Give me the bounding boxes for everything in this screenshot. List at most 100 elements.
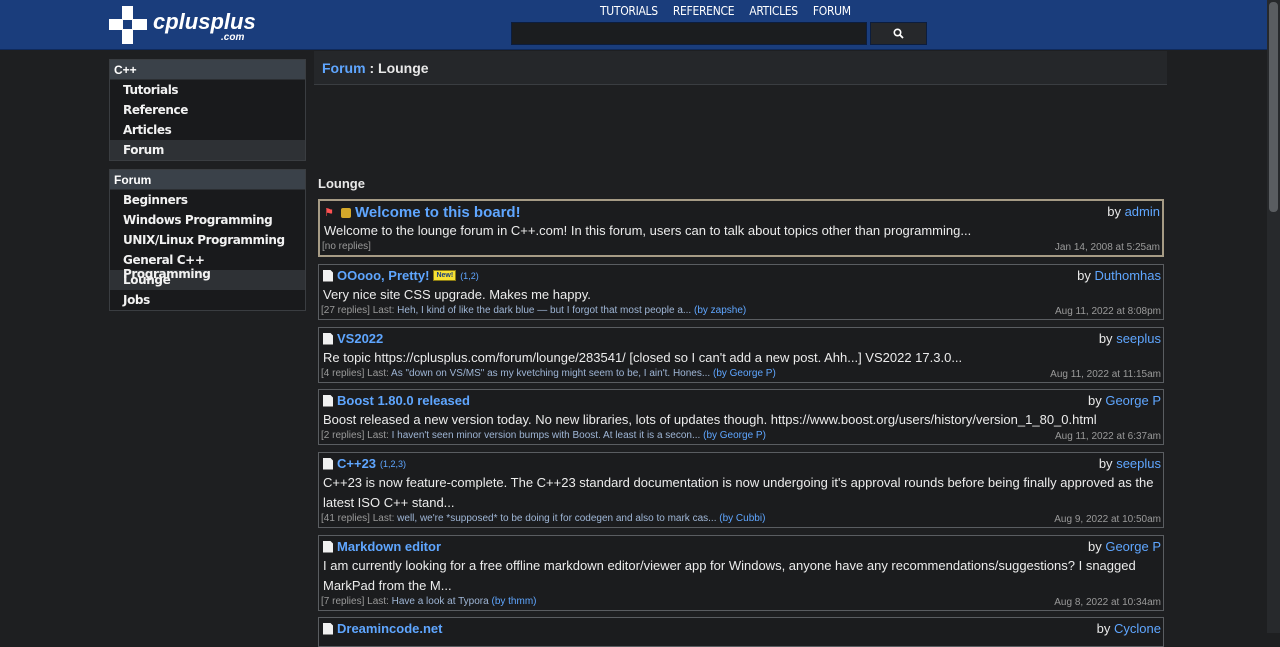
by-label: by [1087,539,1102,554]
thread-row: Markdown editor by George P I am current… [318,535,1164,611]
thread-date: Aug 11, 2022 at 11:15am [1050,369,1161,380]
breadcrumb-forum-link[interactable]: Forum [322,60,366,76]
sidebar-item-reference[interactable]: Reference [110,100,305,120]
by-label: by [1098,331,1113,346]
thread-pages[interactable]: (1,2) [460,271,479,281]
sidebar-item-tutorials[interactable]: Tutorials [110,80,305,100]
thread-row: C++23 (1,2,3) by seeplus C++23 is now fe… [318,452,1164,528]
logo-cross-icon [109,6,147,44]
sidebar-item-articles[interactable]: Articles [110,120,305,140]
last-post-author[interactable]: (by George P) [703,430,766,441]
thread-author[interactable]: Cyclone [1114,621,1161,636]
thread-date: Aug 8, 2022 at 10:34am [1054,597,1161,608]
sidebar-forum: Forum Beginners Windows Programming UNIX… [109,169,306,311]
announcement-flag-icon: ⚑ [324,206,334,219]
search-button[interactable] [870,22,927,45]
thread-title[interactable]: C++23 [337,456,376,471]
logo-text: cplusplus [153,9,256,34]
last-post-link[interactable]: I haven't seen minor version bumps with … [392,430,701,441]
last-post-link[interactable]: well, we're *supposed* to be doing it fo… [397,513,716,524]
breadcrumb-sep: : [365,60,379,76]
thread-excerpt: Re topic https://cplusplus.com/forum/lou… [323,350,963,365]
document-icon [323,540,333,553]
reply-count: [no replies] [322,241,371,252]
breadcrumb-current: Lounge [378,60,429,76]
nav-forum[interactable]: FORUM [813,4,851,18]
thread-date: Aug 11, 2022 at 8:08pm [1054,306,1161,317]
thread-author[interactable]: Duthomhas [1095,268,1161,283]
breadcrumb: Forum : Lounge [314,51,1167,85]
by-label: by [1077,268,1091,283]
thread-excerpt: Welcome to the lounge forum in C++.com! … [324,223,972,238]
by-label: by [1087,393,1102,408]
thread-author[interactable]: seeplus [1116,331,1161,346]
thread-pages[interactable]: (1,2,3) [380,459,406,469]
thread-excerpt: I am currently looking for a free offlin… [323,558,1136,593]
thread-excerpt: Very nice site CSS upgrade. Makes me hap… [323,287,591,302]
last-post-author[interactable]: (by zapshe) [694,305,746,316]
sidebar-item-jobs[interactable]: Jobs [110,290,305,310]
thread-title[interactable]: Markdown editor [337,539,441,554]
nav-reference[interactable]: REFERENCE [673,4,735,18]
sidebar-item-beginners[interactable]: Beginners [110,190,305,210]
last-post-author[interactable]: (by thmm) [491,596,536,607]
document-icon [323,332,333,345]
last-post-link[interactable]: As "down on VS/MS" as my kvetching might… [391,368,710,379]
thread-author[interactable]: seeplus [1116,456,1161,471]
lock-icon [341,207,351,218]
thread-title[interactable]: Dreamincode.net [337,621,442,636]
logo-domain: .com [221,32,245,43]
thread-title[interactable]: Welcome to this board! [355,204,521,221]
scrollbar-thumb[interactable] [1269,2,1278,212]
thread-date: Aug 11, 2022 at 6:37am [1054,431,1161,442]
sidebar-item-general[interactable]: General C++ Programming [110,250,305,281]
document-icon [323,457,333,470]
last-post-author[interactable]: (by Cubbi) [719,513,765,524]
thread-excerpt: C++23 is now feature-complete. The C++23… [323,475,1154,510]
sidebar-cpp-title[interactable]: C++ [110,60,305,80]
by-label: by [1096,621,1111,636]
thread-title[interactable]: Boost 1.80.0 released [337,393,470,408]
nav-articles[interactable]: ARTICLES [749,4,798,18]
reply-count: [2 replies] Last: [321,430,389,441]
reply-count: [4 replies] Last: [321,368,389,379]
thread-author[interactable]: admin [1125,204,1160,219]
thread-date: Aug 9, 2022 at 10:50am [1054,514,1161,525]
reply-count: [27 replies] Last: [321,305,395,316]
search-icon [893,28,904,39]
by-label: by [1098,456,1113,471]
document-icon [323,394,333,407]
thread-author[interactable]: George P [1105,539,1161,554]
sidebar-cpp: C++ Tutorials Reference Articles Forum [109,59,306,161]
pages-link[interactable]: (1,2) [460,271,479,281]
new-badge: New! [433,270,457,281]
thread-row: OOooo, Pretty! New! (1,2) by Duthomhas V… [318,264,1164,320]
thread-excerpt: Boost released a new version today. No n… [323,412,1097,427]
thread-row: Boost 1.80.0 released by George P Boost … [318,389,1164,445]
top-nav: TUTORIALS REFERENCE ARTICLES FORUM [600,4,851,18]
last-post-link[interactable]: Have a look at Typora [392,596,489,607]
section-title: Lounge [318,176,365,191]
thread-row: VS2022 by seeplus Re topic https://cplus… [318,327,1164,383]
page-scrollbar[interactable] [1267,0,1280,633]
thread-author[interactable]: George P [1105,393,1161,408]
sidebar-item-unix[interactable]: UNIX/Linux Programming [110,230,305,250]
nav-tutorials[interactable]: TUTORIALS [600,4,658,18]
reply-count: [7 replies] Last: [321,596,389,607]
sidebar-forum-title[interactable]: Forum [110,170,305,190]
sidebar-item-windows[interactable]: Windows Programming [110,210,305,230]
last-post-link[interactable]: Heh, I kind of like the dark blue — but … [397,305,691,316]
thread-row: ⚑ Welcome to this board! by admin Welcom… [318,199,1164,257]
document-icon [323,269,333,282]
last-post-author[interactable]: (by George P) [713,368,776,379]
thread-date: Jan 14, 2008 at 5:25am [1054,242,1160,253]
thread-row: Dreamincode.net by Cyclone [318,617,1164,647]
reply-count: [41 replies] Last: [321,513,395,524]
thread-title[interactable]: VS2022 [337,331,383,346]
search-input[interactable] [511,22,867,45]
sidebar-item-forum[interactable]: Forum [110,140,305,160]
thread-title[interactable]: OOooo, Pretty! [337,268,429,283]
top-header: cplusplus .com TUTORIALS REFERENCE ARTIC… [0,0,1267,50]
pages-link[interactable]: (1,2,3) [380,459,406,469]
by-label: by [1107,204,1121,219]
